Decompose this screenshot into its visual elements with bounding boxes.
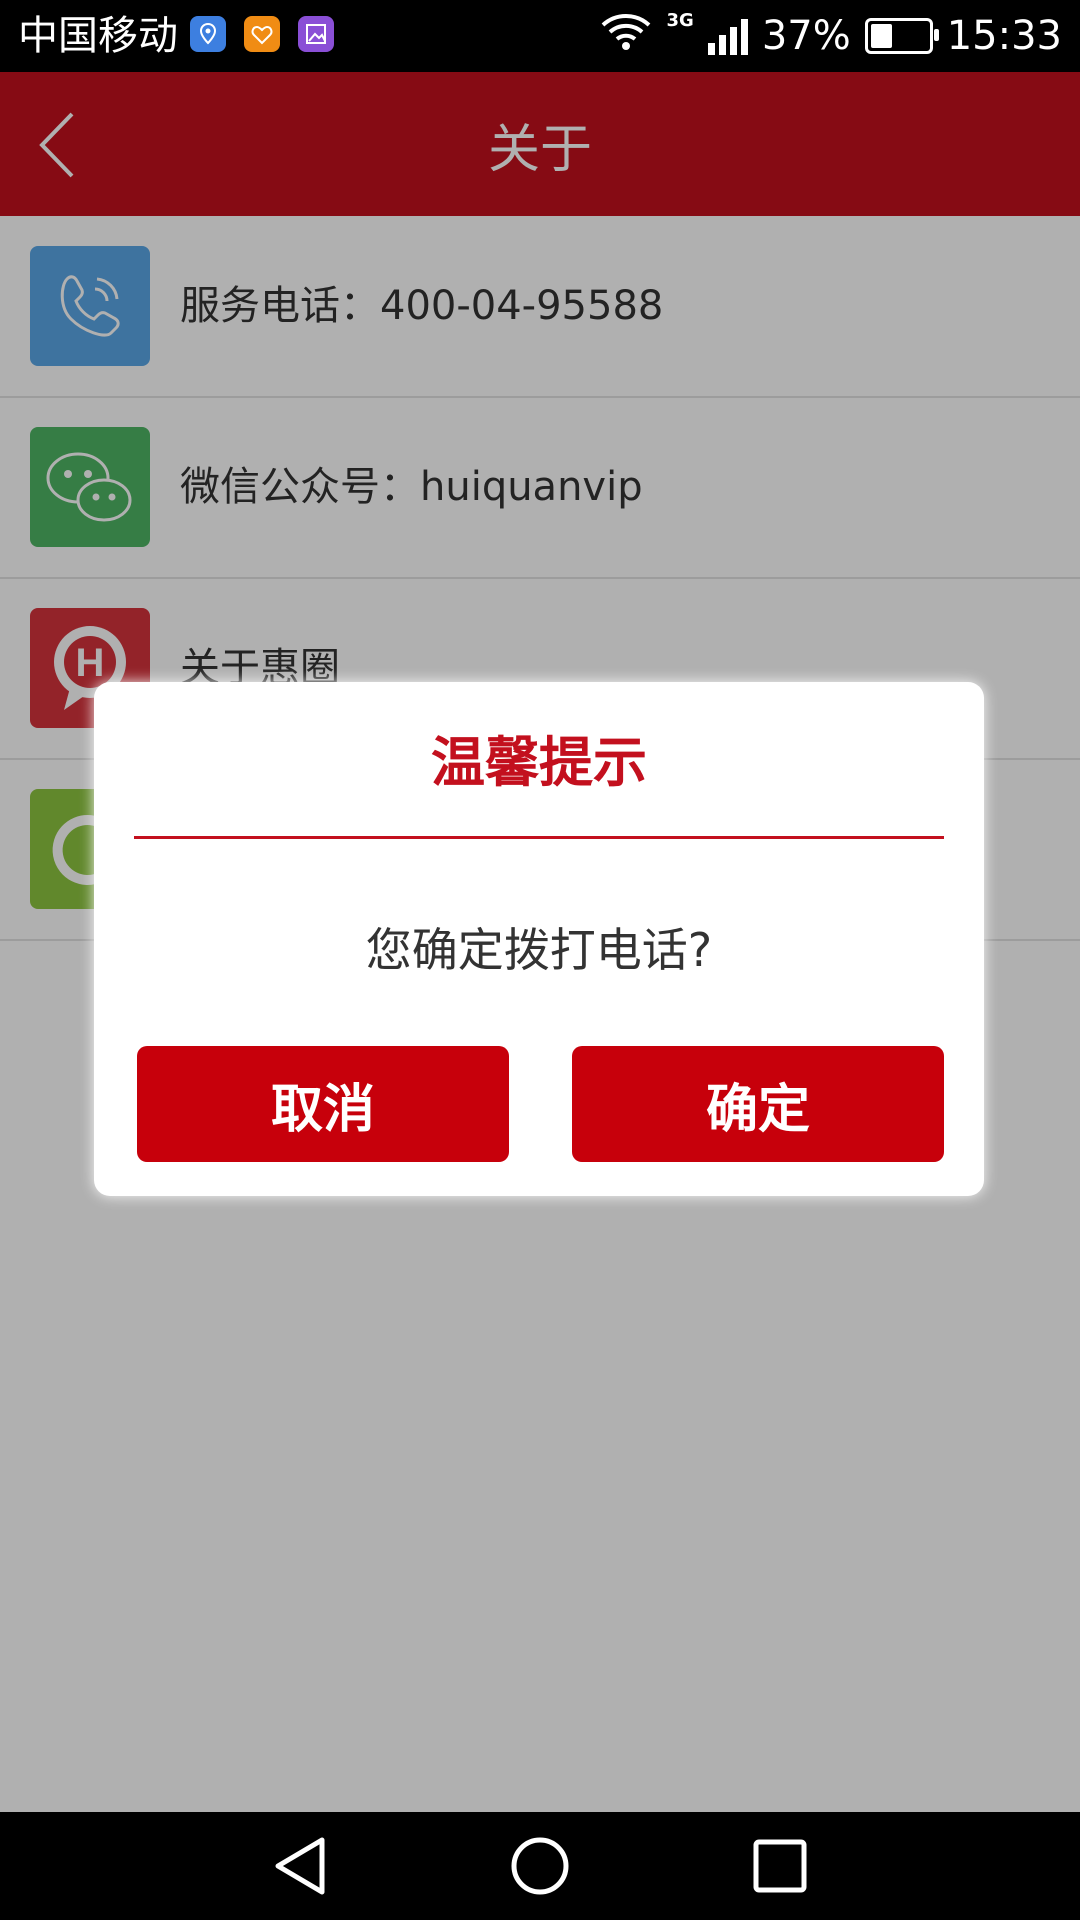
- confirm-button[interactable]: 确定: [572, 1046, 944, 1162]
- status-bar: 中国移动 3G 37% 15:33: [0, 0, 1080, 72]
- nav-back-icon[interactable]: [264, 1830, 336, 1902]
- clock: 15:33: [946, 13, 1062, 59]
- carrier-label: 中国移动: [18, 13, 178, 59]
- dialog-title: 温馨提示: [431, 731, 647, 794]
- system-nav-bar: [0, 1812, 1080, 1920]
- nav-home-icon[interactable]: [504, 1830, 576, 1902]
- signal-icon: [707, 17, 748, 55]
- nav-recents-icon[interactable]: [744, 1830, 816, 1902]
- heart-app-icon: [244, 16, 280, 52]
- battery-icon: [864, 18, 939, 54]
- wifi-icon: [599, 11, 653, 61]
- gallery-app-icon: [298, 16, 334, 52]
- status-icons: 3G 37% 15:33: [599, 8, 1062, 64]
- network-type-label: 3G: [666, 9, 694, 31]
- dialog-divider: [134, 836, 944, 839]
- cancel-button[interactable]: 取消: [137, 1046, 509, 1162]
- battery-percent: 37%: [761, 13, 851, 59]
- confirm-dialog: 温馨提示 您确定拨打电话? 取消 确定: [94, 682, 984, 1196]
- dialog-message: 您确定拨打电话?: [365, 923, 713, 977]
- location-app-icon: [190, 16, 226, 52]
